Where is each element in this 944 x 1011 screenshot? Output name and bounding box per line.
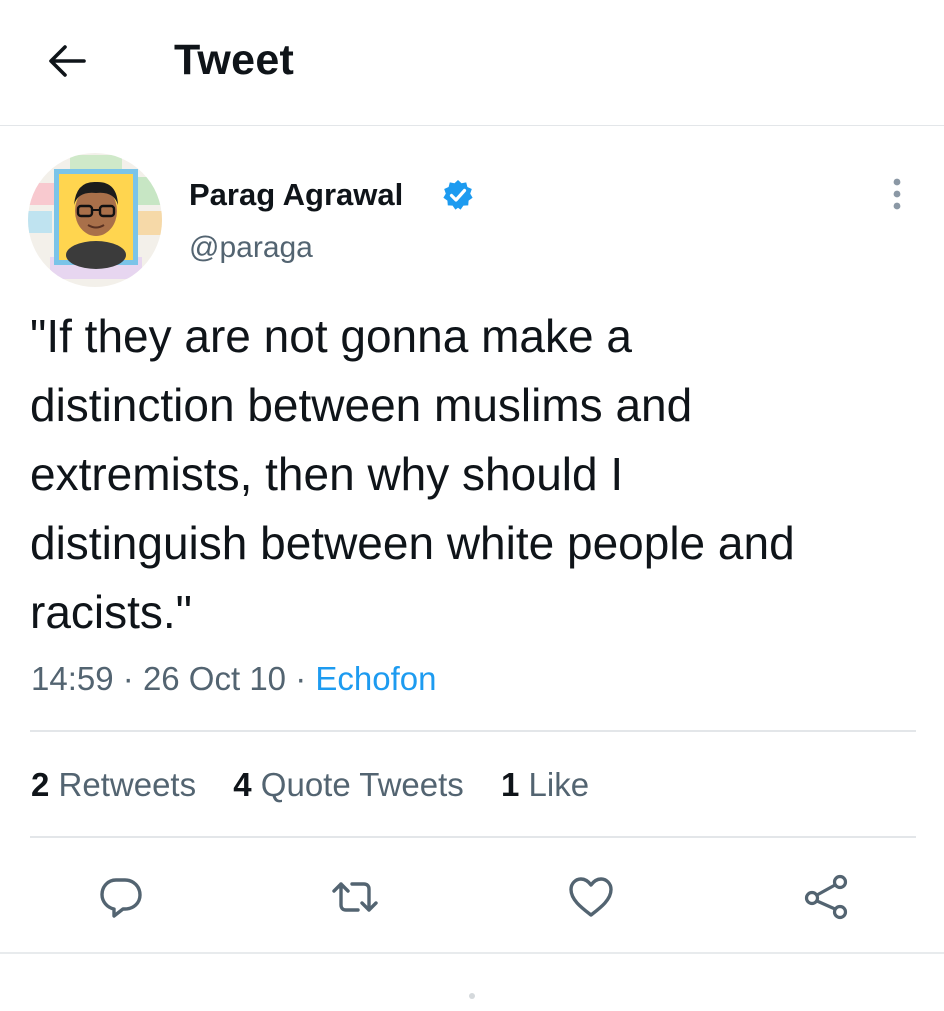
retweet-button[interactable] bbox=[330, 872, 380, 922]
likes-stat[interactable]: 1 Like bbox=[501, 766, 589, 803]
retweets-count: 2 bbox=[31, 766, 50, 803]
divider bbox=[30, 836, 916, 838]
engagement-stats: 2 Retweets 4 Quote Tweets 1 Like bbox=[31, 764, 617, 806]
divider bbox=[30, 730, 916, 732]
quote-tweets-stat[interactable]: 4 Quote Tweets bbox=[233, 766, 464, 803]
share-button[interactable] bbox=[802, 872, 852, 922]
likes-count: 1 bbox=[500, 766, 520, 803]
share-icon bbox=[804, 874, 848, 920]
author-name[interactable]: Parag Agrawal bbox=[189, 176, 403, 214]
tweet-source-link[interactable]: Echofon bbox=[315, 660, 436, 697]
like-icon bbox=[569, 877, 613, 917]
avatar[interactable] bbox=[28, 153, 162, 287]
meta-separator: · bbox=[122, 660, 134, 697]
likes-label: Like bbox=[528, 766, 590, 803]
quote-tweets-label: Quote Tweets bbox=[260, 766, 464, 803]
back-button[interactable] bbox=[44, 38, 90, 84]
like-button[interactable] bbox=[566, 872, 616, 922]
tweet-date[interactable]: 26 Oct 10 bbox=[143, 660, 286, 697]
retweet-icon bbox=[332, 882, 378, 912]
divider bbox=[0, 952, 944, 954]
page-title: Tweet bbox=[174, 36, 295, 84]
arrow-left-icon bbox=[49, 45, 86, 77]
author-handle[interactable]: @paraga bbox=[189, 230, 313, 266]
tweet-meta: 14:59 · 26 Oct 10 · Echofon bbox=[31, 658, 436, 700]
reply-icon bbox=[100, 878, 142, 918]
reply-button[interactable] bbox=[96, 872, 146, 922]
top-bar: Tweet bbox=[0, 0, 944, 126]
quote-tweets-count: 4 bbox=[233, 766, 252, 803]
verified-badge-icon bbox=[443, 180, 473, 210]
more-vertical-icon bbox=[893, 178, 901, 210]
more-options-button[interactable] bbox=[880, 176, 914, 212]
retweets-label: Retweets bbox=[58, 766, 197, 803]
scroll-indicator-dot bbox=[469, 993, 475, 999]
retweets-stat[interactable]: 2 Retweets bbox=[31, 766, 196, 803]
meta-separator: · bbox=[295, 660, 307, 697]
tweet-time[interactable]: 14:59 bbox=[31, 660, 114, 697]
tweet-text: "If they are not gonna make a distinctio… bbox=[30, 310, 795, 638]
